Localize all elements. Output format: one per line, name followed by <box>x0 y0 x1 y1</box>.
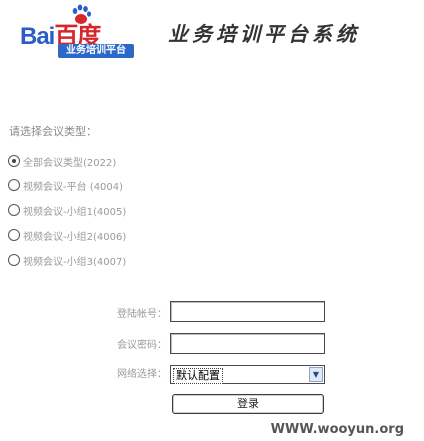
page-title: 业务培训平台系统 <box>168 22 360 46</box>
radio-button[interactable] <box>8 179 20 191</box>
radio-label: 全部会议类型(2022) <box>23 157 117 169</box>
radio-button[interactable] <box>8 229 20 241</box>
radio-label: 视频会议-小组1(4005) <box>23 206 127 218</box>
logo-text-latin: Bai <box>20 23 55 50</box>
login-type-label: 请选择会议类型： <box>9 125 97 138</box>
account-input[interactable] <box>170 301 325 322</box>
radio-option-group1[interactable]: 视频会议-小组1(4005) <box>8 201 126 219</box>
radio-option-all[interactable]: 全部会议类型(2022) <box>8 152 116 170</box>
baidu-logo: Bai百度 业务培训平台 <box>10 4 160 64</box>
watermark: WWW.wooyun.org <box>270 422 404 437</box>
radio-label: 视频会议-小组3(4007) <box>23 256 127 268</box>
network-label: 网络选择： <box>117 369 167 380</box>
radio-option-platform[interactable]: 视频会议-平台 (4004) <box>8 176 123 194</box>
login-button[interactable]: 登录 <box>172 394 324 414</box>
password-label: 会议密码： <box>117 340 167 351</box>
network-select-value: 默认配置 <box>173 368 223 384</box>
radio-button[interactable] <box>8 204 20 216</box>
chevron-down-icon[interactable]: ▼ <box>309 367 323 382</box>
radio-label: 视频会议-小组2(4006) <box>23 231 127 243</box>
network-select[interactable]: 默认配置 ▼ <box>170 365 325 384</box>
radio-option-group2[interactable]: 视频会议-小组2(4006) <box>8 226 126 244</box>
radio-label: 视频会议-平台 (4004) <box>23 181 124 193</box>
account-label: 登陆帐号： <box>117 309 167 320</box>
password-input[interactable] <box>170 333 325 354</box>
logo-badge: 业务培训平台 <box>58 44 134 58</box>
radio-button[interactable] <box>8 254 20 266</box>
radio-option-group3[interactable]: 视频会议-小组3(4007) <box>8 251 126 269</box>
radio-button[interactable] <box>8 155 20 167</box>
